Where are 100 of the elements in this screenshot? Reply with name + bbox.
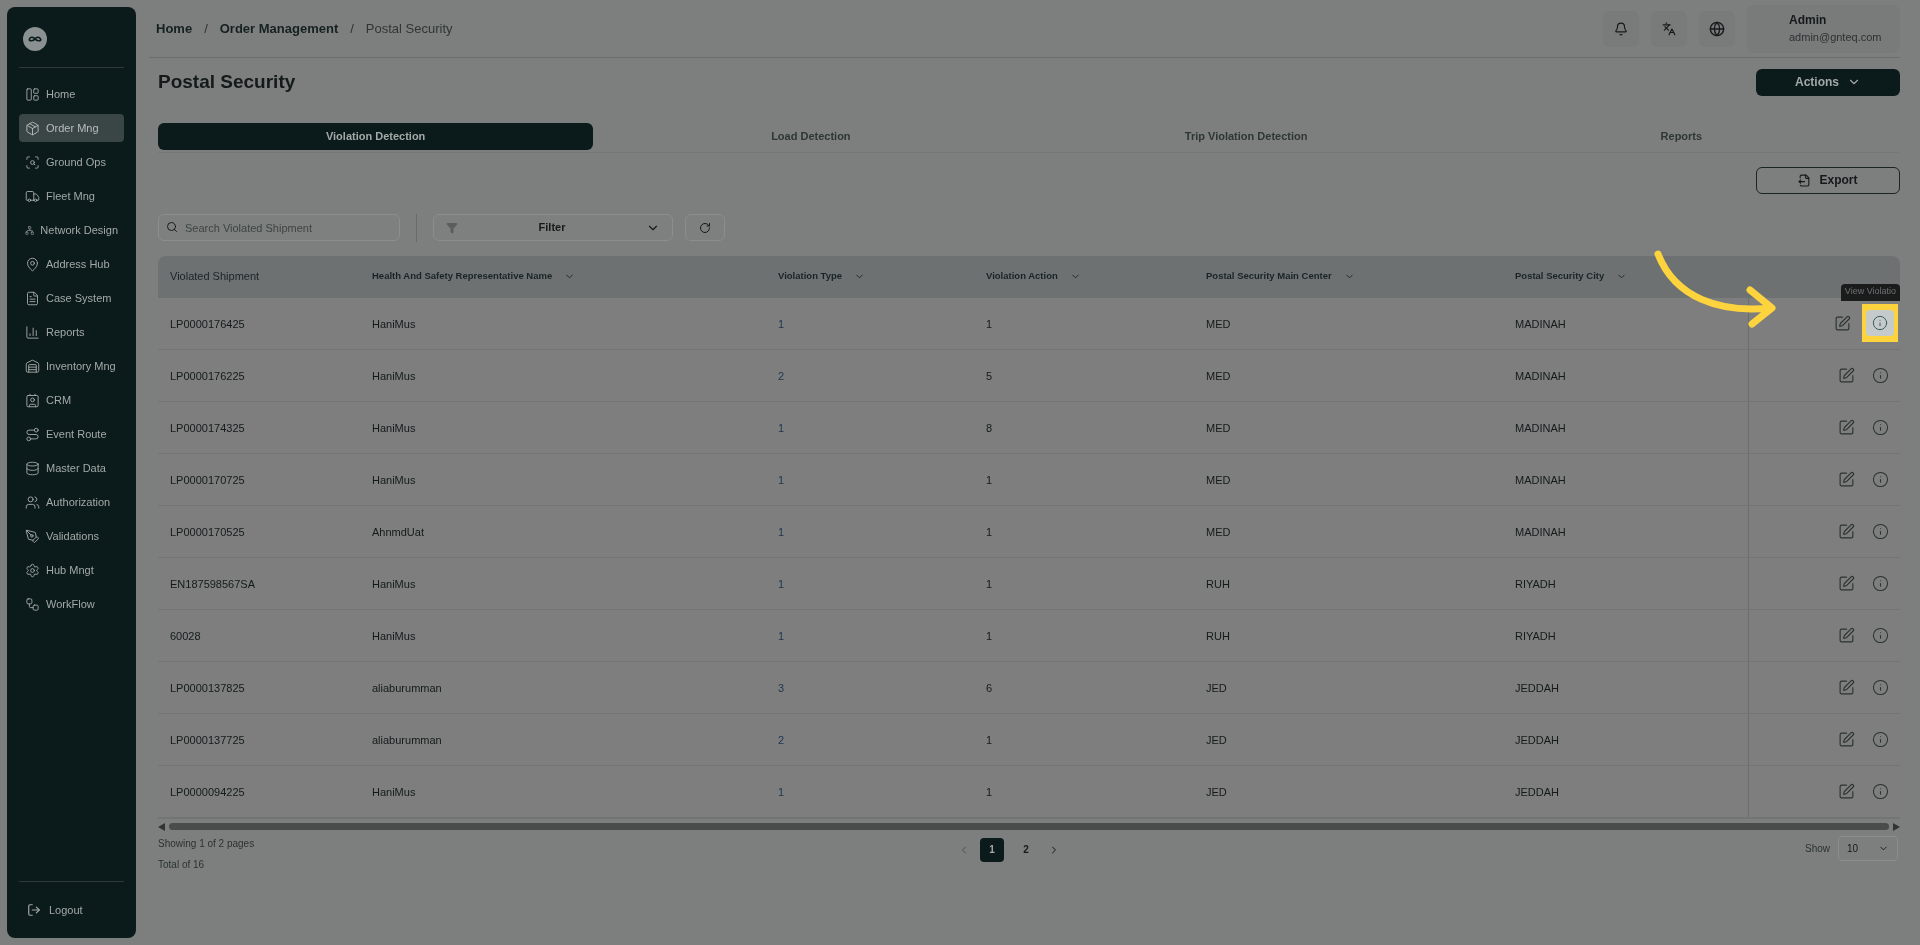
table-cell: RUH [1206, 578, 1230, 590]
actions-button[interactable]: Actions [1756, 68, 1900, 96]
table-cell: 1 [778, 318, 785, 330]
refresh-button[interactable] [685, 214, 725, 241]
page-button[interactable]: 2 [1014, 837, 1038, 862]
table-cell: MADINAH [1515, 422, 1566, 434]
translate-icon [1662, 21, 1676, 36]
table-cell: JED [1206, 682, 1227, 694]
table-cell: LP0000094225 [170, 786, 245, 798]
table-cell: EN187598567SA [170, 578, 255, 590]
table-cell: HaniMus [372, 370, 416, 382]
table-cell: JEDDAH [1515, 786, 1559, 798]
table-cell: MADINAH [1515, 370, 1566, 382]
logo-icon [23, 27, 47, 51]
notification-button[interactable] [1603, 10, 1639, 47]
table-cell: LP0000174325 [170, 422, 245, 434]
table-cell: LP0000137725 [170, 734, 245, 746]
table-cell: HaniMus [372, 318, 416, 330]
table-cell: 1 [778, 630, 785, 642]
table-cell: 8 [986, 422, 993, 434]
breadcrumb-separator: / [204, 19, 208, 38]
table-cell: LP0000176225 [170, 370, 245, 382]
globe-button[interactable] [1699, 10, 1735, 47]
table-cell: 1 [778, 526, 785, 538]
info-icon [1871, 626, 1889, 644]
edit-icon [1837, 418, 1855, 436]
sidebar-item[interactable]: Address Hub [19, 250, 124, 278]
search-field[interactable]: Search Violated Shipment [158, 214, 400, 241]
sidebar-item[interactable]: Fleet Mng [19, 182, 124, 210]
table-cell: JEDDAH [1515, 682, 1559, 694]
sidebar-item[interactable]: Reports [19, 318, 124, 346]
breadcrumb-link[interactable]: Order Management [219, 18, 339, 39]
page-button[interactable]: 1 [980, 837, 1004, 862]
tab[interactable]: Violation Detection [158, 122, 594, 150]
table-cell: 3 [778, 682, 785, 694]
edit-icon [1837, 730, 1855, 748]
filter-dropdown[interactable]: Filter [433, 214, 673, 241]
table-cell: MADINAH [1515, 474, 1566, 486]
sidebar-item[interactable]: Order Mng [19, 114, 124, 142]
table-cell: LP0000176425 [170, 318, 245, 330]
table-cell: RIYADH [1515, 578, 1556, 590]
table-cell: JED [1206, 734, 1227, 746]
table-cell: MED [1206, 370, 1231, 382]
sidebar-item[interactable]: Inventory Mng [19, 352, 124, 380]
table-cell: MADINAH [1515, 318, 1566, 330]
table-cell: 6 [986, 682, 993, 694]
search-icon [166, 221, 178, 233]
breadcrumb-link[interactable]: Home [156, 18, 193, 39]
sidebar-item[interactable]: Event Route [19, 420, 124, 448]
table-cell: 1 [986, 734, 993, 746]
sidebar-item[interactable]: Case System [19, 284, 124, 312]
sidebar-item[interactable]: Home [19, 80, 124, 108]
sidebar-item[interactable]: Ground Ops [19, 148, 124, 176]
pages-summary: Showing 1 of 2 pages [158, 836, 256, 851]
table-cell: 1 [778, 578, 785, 590]
table-cell: MADINAH [1515, 526, 1566, 538]
table-cell: LP0000170525 [170, 526, 245, 538]
edit-icon [1837, 626, 1855, 644]
sidebar-item[interactable]: WorkFlow [19, 590, 124, 618]
scroll-left-icon[interactable] [158, 822, 165, 831]
language-button[interactable] [1651, 10, 1687, 47]
edit-icon [1837, 678, 1855, 696]
scroll-right-icon[interactable] [1893, 822, 1900, 831]
export-icon [1798, 173, 1812, 187]
edit-icon [1837, 574, 1855, 592]
table-cell: 1 [778, 474, 785, 486]
table-cell: AhnmdUat [372, 526, 424, 538]
info-icon [1871, 522, 1889, 540]
table-cell: 60028 [170, 630, 201, 642]
table-cell: LP0000137825 [170, 682, 245, 694]
filter-icon [446, 221, 458, 234]
refresh-icon [699, 221, 711, 234]
sidebar-item[interactable]: Authorization [19, 488, 124, 516]
sidebar-item[interactable]: Master Data [19, 454, 124, 482]
table-cell: JED [1206, 786, 1227, 798]
table-cell: 1 [986, 630, 993, 642]
table-cell: MED [1206, 422, 1231, 434]
sidebar-item[interactable]: CRM [19, 386, 124, 414]
info-button[interactable] [1866, 310, 1894, 336]
table-cell: 1 [986, 786, 993, 798]
table-cell: 1 [986, 526, 993, 538]
table-cell: RIYADH [1515, 630, 1556, 642]
show-label: Show [1805, 841, 1830, 856]
table-cell: HaniMus [372, 786, 416, 798]
table-cell: 1 [986, 318, 993, 330]
sidebar-item[interactable]: Network Design [19, 216, 124, 244]
info-icon [1871, 418, 1889, 436]
page-size-select[interactable]: 10 [1838, 835, 1898, 861]
breadcrumb-separator: / [350, 19, 354, 38]
edit-icon [1837, 470, 1855, 488]
info-icon [1871, 782, 1889, 800]
user-card[interactable]: Admin admin@gnteq.com [1747, 4, 1900, 53]
sidebar-item[interactable]: Hub Mngt [19, 556, 124, 584]
export-button[interactable]: Export [1756, 166, 1900, 194]
globe-icon [1709, 20, 1725, 37]
logout-button[interactable]: Logout [19, 894, 124, 926]
table-cell: JEDDAH [1515, 734, 1559, 746]
sidebar-item[interactable]: Validations [19, 522, 124, 550]
table-cell: 1 [778, 786, 785, 798]
page-title: Postal Security [158, 70, 296, 94]
